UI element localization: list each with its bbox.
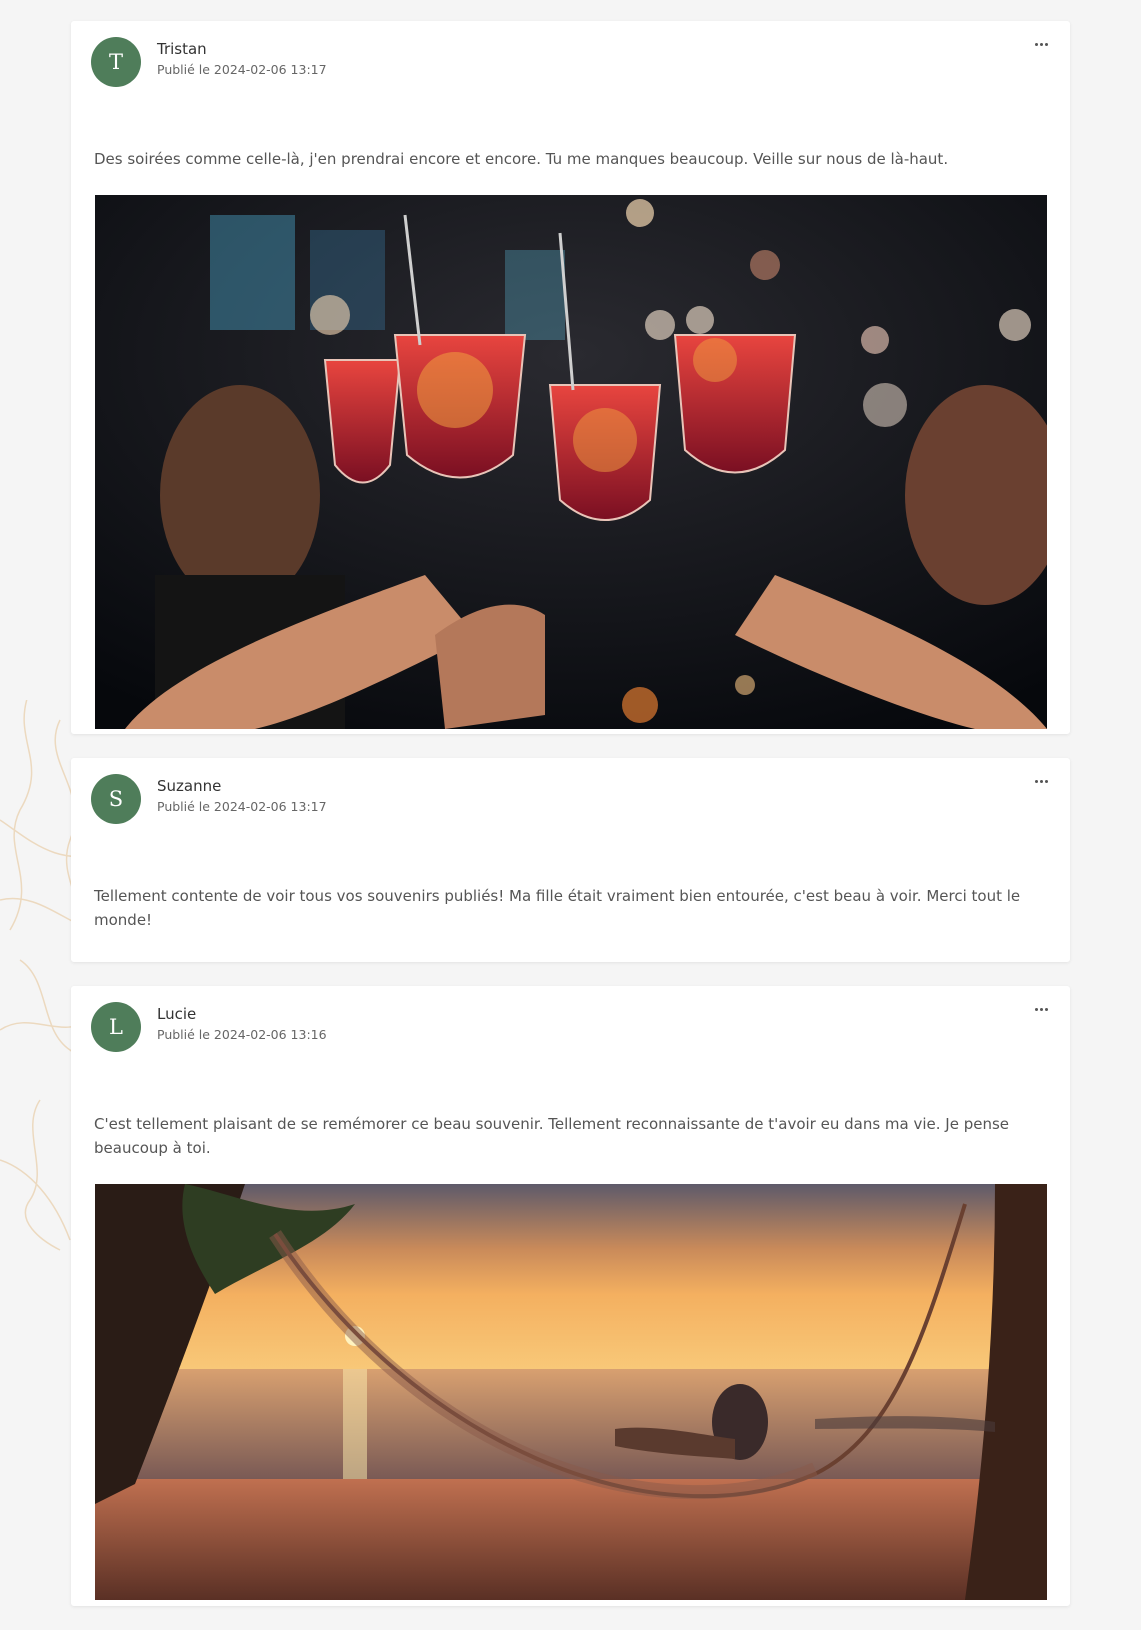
post-image[interactable] bbox=[95, 1184, 1047, 1600]
post-card: L Lucie Publié le 2024-02-06 13:16 C'est… bbox=[71, 986, 1070, 1606]
post-card: S Suzanne Publié le 2024-02-06 13:17 Tel… bbox=[71, 758, 1070, 962]
post-date: Publié le 2024-02-06 13:17 bbox=[157, 799, 327, 814]
post-author[interactable]: Tristan bbox=[157, 40, 207, 58]
post-author[interactable]: Lucie bbox=[157, 1005, 196, 1023]
post-author[interactable]: Suzanne bbox=[157, 777, 221, 795]
post-header: L Lucie Publié le 2024-02-06 13:16 bbox=[71, 986, 1070, 1052]
post-header: T Tristan Publié le 2024-02-06 13:17 bbox=[71, 21, 1070, 87]
cocktails-toast-photo bbox=[95, 195, 1047, 729]
post-date: Publié le 2024-02-06 13:17 bbox=[157, 62, 327, 77]
avatar[interactable]: L bbox=[91, 1002, 141, 1052]
post-text: Tellement contente de voir tous vos souv… bbox=[94, 887, 1021, 929]
post-text: Des soirées comme celle-là, j'en prendra… bbox=[94, 150, 949, 168]
post-text: C'est tellement plaisant de se remémorer… bbox=[94, 1115, 1010, 1157]
hammock-sunset-photo bbox=[95, 1184, 1047, 1600]
avatar[interactable]: T bbox=[91, 37, 141, 87]
post-header: S Suzanne Publié le 2024-02-06 13:17 bbox=[71, 758, 1070, 824]
more-options-icon[interactable] bbox=[1030, 772, 1052, 790]
avatar[interactable]: S bbox=[91, 774, 141, 824]
post-image[interactable] bbox=[95, 195, 1047, 729]
post-card: T Tristan Publié le 2024-02-06 13:17 Des… bbox=[71, 21, 1070, 734]
post-date: Publié le 2024-02-06 13:16 bbox=[157, 1027, 327, 1042]
more-options-icon[interactable] bbox=[1030, 35, 1052, 53]
post-feed: T Tristan Publié le 2024-02-06 13:17 Des… bbox=[71, 21, 1070, 1630]
more-options-icon[interactable] bbox=[1030, 1000, 1052, 1018]
